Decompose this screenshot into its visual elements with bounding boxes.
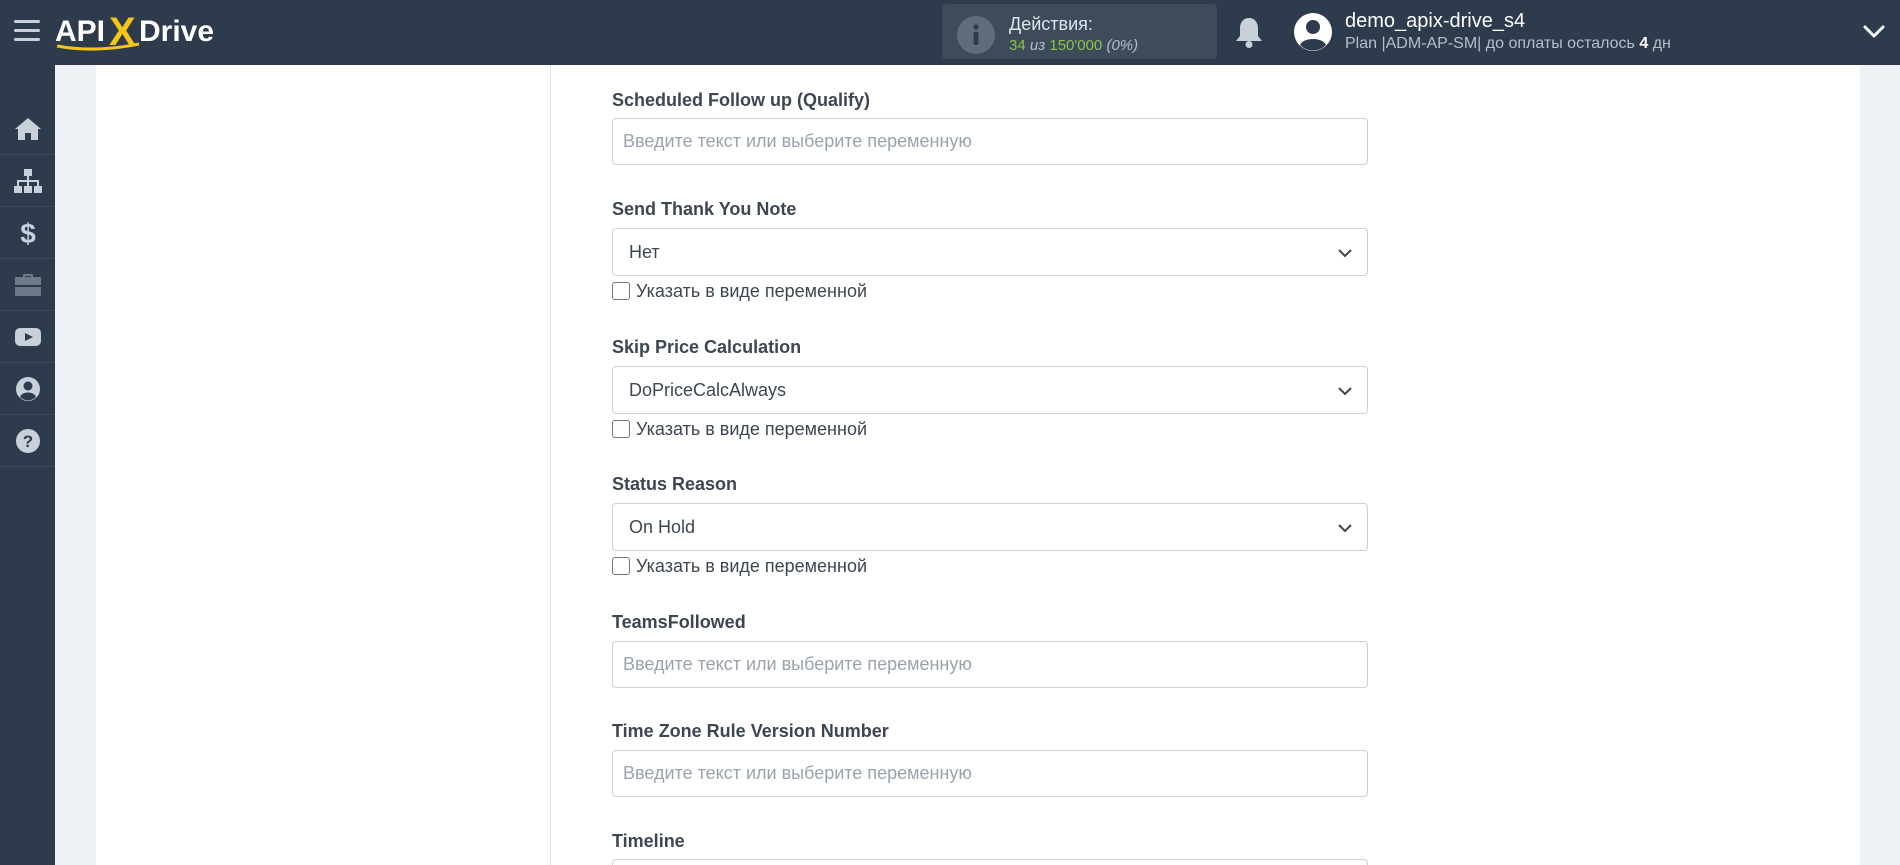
- menu-icon[interactable]: [14, 20, 40, 42]
- actions-percent: (0%): [1106, 37, 1139, 54]
- apixdrive-logo[interactable]: API X Drive: [55, 9, 235, 53]
- send-thank-you-variable-toggle[interactable]: Указать в виде переменной: [612, 280, 867, 302]
- bell-icon[interactable]: [1233, 15, 1265, 49]
- sidebar-item-projects[interactable]: [0, 259, 55, 311]
- chevron-down-icon: [1338, 249, 1352, 258]
- field-label-status-reason: Status Reason: [612, 474, 738, 494]
- skip-price-select[interactable]: DoPriceCalcAlways: [612, 366, 1368, 414]
- skip-price-variable-toggle[interactable]: Указать в виде переменной: [612, 418, 867, 440]
- checkbox[interactable]: [612, 557, 630, 575]
- chevron-down-icon: [1338, 387, 1352, 396]
- actions-title: Действия:: [1009, 14, 1093, 34]
- actions-used: 34: [1009, 37, 1026, 54]
- sidebar-item-billing[interactable]: $: [0, 207, 55, 259]
- youtube-icon: [14, 327, 41, 346]
- svg-text:?: ?: [22, 432, 32, 451]
- checkbox-label: Указать в виде переменной: [636, 280, 868, 301]
- sidebar-item-account[interactable]: [0, 363, 55, 415]
- dollar-icon: $: [20, 219, 36, 247]
- checkbox[interactable]: [612, 420, 630, 438]
- sidebar: $ ?: [0, 65, 55, 865]
- checkbox[interactable]: [612, 282, 630, 300]
- field-label-teams-followed: TeamsFollowed: [612, 612, 746, 632]
- top-bar: API X Drive Действия: 34 из 150'000 (0%)…: [0, 0, 1900, 65]
- chevron-down-icon[interactable]: [1862, 22, 1886, 42]
- logo-mark: API X Drive: [55, 10, 214, 53]
- avatar[interactable]: [1293, 12, 1333, 52]
- plan-days-unit: дн: [1652, 35, 1671, 52]
- user-name[interactable]: demo_apix-drive_s4: [1345, 10, 1525, 33]
- field-label-time-zone-rule: Time Zone Rule Version Number: [612, 721, 889, 741]
- select-value: On Hold: [629, 517, 696, 537]
- select-value: Нет: [629, 242, 660, 262]
- user-circle-icon: [15, 376, 40, 401]
- checkbox-label: Указать в виде переменной: [636, 555, 868, 576]
- field-label-timeline: Timeline: [612, 831, 685, 851]
- sidebar-item-video[interactable]: [0, 311, 55, 363]
- scheduled-follow-up-input[interactable]: [612, 118, 1368, 165]
- plan-info: Plan |ADM-AP-SM| до оплаты осталось 4 дн: [1345, 35, 1671, 53]
- teams-followed-input[interactable]: [612, 641, 1368, 688]
- actions-usage: 34 из 150'000 (0%): [1009, 37, 1138, 54]
- logo-prefix: API: [55, 15, 105, 48]
- plan-days: 4: [1639, 35, 1649, 52]
- info-icon: [957, 16, 995, 54]
- home-icon: [14, 117, 41, 140]
- plan-text: Plan |ADM-AP-SM| до оплаты осталось: [1345, 35, 1635, 52]
- field-label-scheduled-follow-up: Scheduled Follow up (Qualify): [612, 90, 871, 110]
- sidebar-item-connections[interactable]: [0, 155, 55, 207]
- field-label-send-thank-you: Send Thank You Note: [612, 199, 797, 219]
- main-panel: [551, 65, 1860, 865]
- logo-suffix: Drive: [139, 15, 214, 48]
- svg-text:$: $: [20, 219, 36, 247]
- status-reason-select[interactable]: On Hold: [612, 503, 1368, 551]
- select-value: DoPriceCalcAlways: [629, 380, 787, 400]
- status-reason-variable-toggle[interactable]: Указать в виде переменной: [612, 555, 867, 577]
- actions-of: из: [1029, 37, 1046, 54]
- sidebar-item-help[interactable]: ?: [0, 415, 55, 467]
- timeline-input[interactable]: [612, 859, 1368, 865]
- actions-total: 150'000: [1049, 37, 1103, 54]
- send-thank-you-select[interactable]: Нет: [612, 228, 1368, 276]
- actions-counter[interactable]: Действия: 34 из 150'000 (0%): [942, 4, 1217, 59]
- briefcase-icon: [14, 273, 41, 296]
- sitemap-icon: [13, 168, 42, 193]
- field-label-skip-price: Skip Price Calculation: [612, 337, 802, 357]
- checkbox-label: Указать в виде переменной: [636, 418, 868, 439]
- time-zone-rule-input[interactable]: [612, 750, 1368, 797]
- left-panel: [96, 65, 551, 865]
- question-circle-icon: ?: [15, 428, 40, 453]
- chevron-down-icon: [1338, 524, 1352, 533]
- sidebar-item-home[interactable]: [0, 103, 55, 155]
